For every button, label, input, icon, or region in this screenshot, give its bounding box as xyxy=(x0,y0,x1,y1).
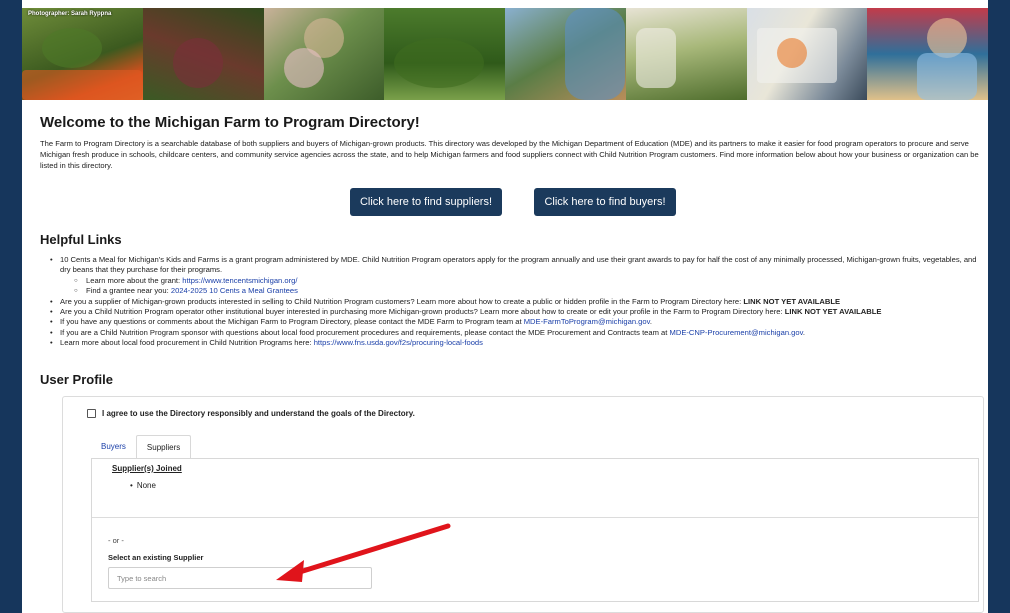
procurement-email-link[interactable]: MDE-CNP-Procurement@michigan.gov xyxy=(670,328,803,337)
list-item: Are you a Child Nutrition Program operat… xyxy=(40,307,984,318)
or-separator: - or - xyxy=(108,536,124,545)
buyer-info-text: Are you a Child Nutrition Program operat… xyxy=(60,307,785,317)
banner-photo-plants xyxy=(384,8,505,100)
agree-row[interactable]: I agree to use the Directory responsibly… xyxy=(87,409,415,418)
grant-sublist: Learn more about the grant: https://www.… xyxy=(60,276,984,297)
procurement-text: If you are a Child Nutrition Program spo… xyxy=(60,327,670,337)
banner-photo-worker xyxy=(505,8,626,100)
find-suppliers-button[interactable]: Click here to find suppliers! xyxy=(350,188,502,216)
tencents-link[interactable]: https://www.tencentsmichigan.org/ xyxy=(182,276,297,285)
banner-photo-child xyxy=(867,8,988,100)
grant-learn-more-text: Learn more about the grant: xyxy=(86,275,183,285)
banner-photo-field xyxy=(625,8,747,100)
list-item: Learn more about local food procurement … xyxy=(40,338,984,349)
buyer-link-unavailable: LINK NOT YET AVAILABLE xyxy=(784,307,882,317)
banner-photo-truck xyxy=(746,8,868,100)
find-buyers-button[interactable]: Click here to find buyers! xyxy=(534,188,676,216)
farm-to-program-email-link[interactable]: MDE-FarmToProgram@michigan.gov xyxy=(524,317,650,326)
usda-link[interactable]: https://www.fns.usda.gov/f2s/procuring-l… xyxy=(314,338,483,347)
user-profile-card: I agree to use the Directory responsibly… xyxy=(62,396,984,613)
suppliers-tab-panel: Supplier(s) Joined None - or - Select an… xyxy=(91,458,979,602)
supplier-info-text: Are you a supplier of Michigan-grown pro… xyxy=(60,296,744,306)
list-item: If you have any questions or comments ab… xyxy=(40,317,984,328)
usda-text: Learn more about local food procurement … xyxy=(60,338,314,348)
agree-checkbox[interactable] xyxy=(87,409,96,418)
left-border xyxy=(0,0,22,613)
photo-credit: Photographer: Sarah Ryppna xyxy=(28,11,112,17)
intro-paragraph: The Farm to Program Directory is a searc… xyxy=(40,139,979,170)
grant-description: 10 Cents a Meal for Michigan's Kids and … xyxy=(60,255,977,275)
list-item: None xyxy=(130,481,156,490)
page-title: Welcome to the Michigan Farm to Program … xyxy=(40,114,420,131)
banner-collage: Photographer: Sarah Ryppna xyxy=(22,8,988,100)
banner-photo-family xyxy=(263,8,385,100)
list-item: If you are a Child Nutrition Program spo… xyxy=(40,327,984,339)
agree-label: I agree to use the Directory responsibly… xyxy=(102,409,415,418)
tab-buyers[interactable]: Buyers xyxy=(91,435,136,459)
divider xyxy=(92,517,978,518)
page: Photographer: Sarah Ryppna Welcome to th… xyxy=(22,0,988,613)
list-item: Are you a supplier of Michigan-grown pro… xyxy=(40,296,984,308)
supplier-link-unavailable: LINK NOT YET AVAILABLE xyxy=(743,296,841,306)
helpful-links-list: 10 Cents a Meal for Michigan's Kids and … xyxy=(40,255,984,349)
banner-photo-garden xyxy=(142,8,264,100)
right-border xyxy=(988,0,1010,613)
list-item: Learn more about the grant: https://www.… xyxy=(74,275,984,287)
punctuation: . xyxy=(649,317,652,327)
list-item: Find a grantee near you: 2024-2025 10 Ce… xyxy=(74,286,984,297)
helpful-links-heading: Helpful Links xyxy=(40,232,122,247)
screen: Photographer: Sarah Ryppna Welcome to th… xyxy=(0,0,1010,613)
grantees-link[interactable]: 2024-2025 10 Cents a Meal Grantees xyxy=(171,286,298,295)
suppliers-joined-heading: Supplier(s) Joined xyxy=(112,464,182,473)
user-profile-heading: User Profile xyxy=(40,372,113,387)
tab-suppliers[interactable]: Suppliers xyxy=(135,435,192,459)
contact-text: If you have any questions or comments ab… xyxy=(60,317,524,327)
punctuation: . xyxy=(802,327,805,337)
banner-photo-produce: Photographer: Sarah Ryppna xyxy=(22,8,143,100)
grantee-text: Find a grantee near you: xyxy=(86,286,171,296)
select-supplier-label: Select an existing Supplier xyxy=(108,553,204,562)
supplier-search-input[interactable] xyxy=(108,567,372,589)
list-item: 10 Cents a Meal for Michigan's Kids and … xyxy=(40,255,984,297)
profile-tabs: Buyers Suppliers xyxy=(91,435,192,459)
